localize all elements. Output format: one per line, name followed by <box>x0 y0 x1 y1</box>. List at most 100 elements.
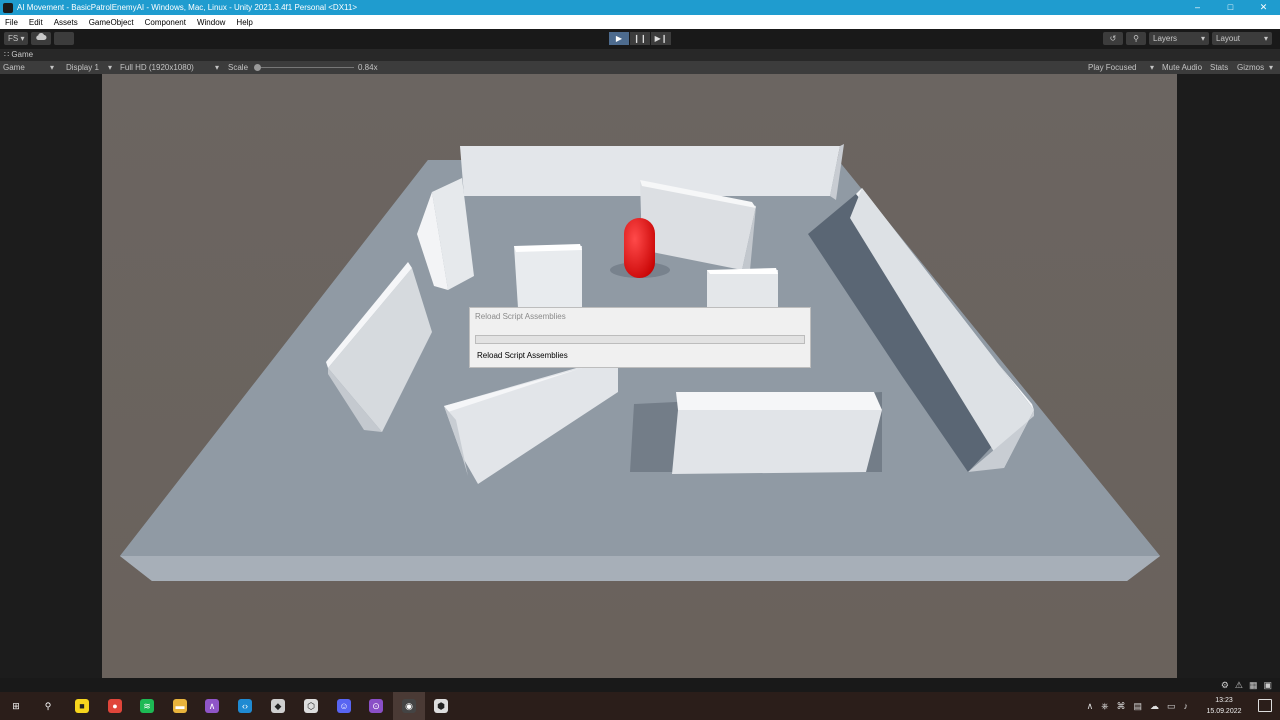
taskbar-app-file-explorer[interactable]: ▬ <box>164 692 196 720</box>
unity-hub-icon: ◆ <box>271 699 285 713</box>
maximize-button[interactable]: □ <box>1214 0 1247 15</box>
search-button[interactable]: ⚲ <box>1126 32 1146 45</box>
taskbar-search[interactable]: ⚲ <box>32 692 64 720</box>
taskbar-app-visual-studio[interactable]: ∧ <box>196 692 228 720</box>
grid-icon[interactable]: ▦ <box>1249 680 1258 691</box>
search-icon: ⚲ <box>44 700 52 711</box>
windows-logo-icon: ⊞ <box>12 700 20 711</box>
dialog-message: Reload Script Assemblies <box>477 351 568 360</box>
game-tab-icon: ∷ <box>4 50 10 59</box>
chevron-down-icon: ▾ <box>1200 34 1205 43</box>
window-title-bar: AI Movement - BasicPatrolEnemyAI - Windo… <box>0 0 1280 15</box>
tab-row: ∷ Game <box>0 49 1280 61</box>
scale-slider-track[interactable] <box>258 67 354 68</box>
account-button[interactable]: FS ▾ <box>4 32 29 45</box>
search-icon: ⚲ <box>1133 34 1139 43</box>
chevron-down-icon: ▾ <box>50 63 55 72</box>
status-bar: ⚙ ⚠ ▦ ▣ <box>0 678 1280 692</box>
discord-icon: ☺ <box>337 699 351 713</box>
chevron-down-icon: ▾ <box>1269 63 1274 72</box>
taskbar-app-github-desktop[interactable]: ⊙ <box>360 692 392 720</box>
warning-icon[interactable]: ⚠ <box>1235 680 1243 691</box>
clock-time: 13:23 <box>1215 697 1233 704</box>
window-controls: – □ ✕ <box>1181 0 1280 15</box>
volume-icon[interactable]: ♪ <box>1184 701 1189 711</box>
vs-code-icon: ‹› <box>238 699 252 713</box>
taskbar-clock[interactable]: 13:23 15.09.2022 <box>1204 695 1244 717</box>
view-mode-label: Game <box>3 63 25 72</box>
layers-label: Layers <box>1153 34 1178 43</box>
reload-script-assemblies-dialog: Reload Script Assemblies Reload Script A… <box>469 307 811 368</box>
clock-date: 15.09.2022 <box>1206 708 1242 715</box>
history-button[interactable]: ↺ <box>1103 32 1123 45</box>
dialog-title: Reload Script Assemblies <box>475 312 566 321</box>
chevron-down-icon: ▾ <box>1263 34 1268 43</box>
folder-icon: ▬ <box>173 699 187 713</box>
taskbar-app-chrome[interactable]: ● <box>99 692 131 720</box>
menu-component[interactable]: Component <box>140 18 192 27</box>
menu-assets[interactable]: Assets <box>49 18 84 27</box>
history-icon: ↺ <box>1109 34 1117 43</box>
menu-help[interactable]: Help <box>231 18 258 27</box>
scale-label: Scale <box>228 63 249 72</box>
menu-gameobject[interactable]: GameObject <box>84 18 140 27</box>
taskbar-app-unity-hub[interactable]: ◆ <box>262 692 294 720</box>
game-view-toolbar: Game ▾ Display 1 ▾ Full HD (1920x1080) ▾… <box>0 61 1280 74</box>
tab-game-label: Game <box>11 50 34 59</box>
menu-bar: File Edit Assets GameObject Component Wi… <box>0 15 1280 29</box>
collab-button[interactable] <box>54 32 75 45</box>
window-title: AI Movement - BasicPatrolEnemyAI - Windo… <box>17 3 357 12</box>
menu-window[interactable]: Window <box>192 18 231 27</box>
onedrive-icon[interactable]: ☁ <box>1150 701 1159 712</box>
panel-icon[interactable]: ▣ <box>1263 680 1272 691</box>
scale-slider-handle[interactable] <box>254 64 261 71</box>
cloud-button[interactable] <box>31 32 52 45</box>
play-focused-label: Play Focused <box>1088 63 1137 72</box>
play-controls: ▶ ❙❙ ▶❙ <box>609 32 671 45</box>
chevron-down-icon: ▾ <box>1150 63 1155 72</box>
minimize-button[interactable]: – <box>1181 0 1214 15</box>
notification-icon[interactable] <box>1258 699 1272 712</box>
scene-illustration <box>102 74 1177 678</box>
settings-icon[interactable]: ⚙ <box>1221 680 1229 691</box>
main-toolbar: FS ▾ ▶ ❙❙ ▶❙ ↺ ⚲ Layers ▾ Layout ▾ <box>0 29 1280 49</box>
stats-toggle[interactable]: Stats <box>1210 61 1228 74</box>
battery-icon[interactable]: ▭ <box>1167 701 1176 712</box>
chevron-down-icon: ▾ <box>108 63 113 72</box>
menu-file[interactable]: File <box>0 18 24 27</box>
game-scene-render[interactable] <box>102 74 1177 678</box>
menu-edit[interactable]: Edit <box>24 18 49 27</box>
taskbar-app-unity[interactable]: ⬡ <box>295 692 327 720</box>
mute-audio-toggle[interactable]: Mute Audio <box>1162 61 1202 74</box>
windows-taskbar: ⊞ ⚲ ■ ● ≋ ▬ ∧ ‹› ◆ ⬡ ☺ ⊙ ◉ ⬢ ∧ ⎈ ⌘ ▤ ☁ ▭… <box>0 692 1280 720</box>
obs-icon: ◉ <box>402 699 416 713</box>
game-viewport[interactable] <box>0 74 1280 678</box>
unity-editor-icon: ⬢ <box>434 699 448 713</box>
scale-value: 0.84x <box>358 63 378 72</box>
show-hidden-icons-icon[interactable]: ∧ <box>1087 701 1094 712</box>
step-button[interactable]: ▶❙ <box>651 32 671 45</box>
pause-button[interactable]: ❙❙ <box>630 32 650 45</box>
sticky-notes-icon: ■ <box>75 699 89 713</box>
spotify-icon: ≋ <box>140 699 154 713</box>
unity-logo-icon <box>3 2 13 13</box>
play-button[interactable]: ▶ <box>609 32 629 45</box>
chevron-down-icon: ▾ <box>215 63 220 72</box>
taskbar-app-unity-editor[interactable]: ⬢ <box>425 692 457 720</box>
app-tray-icon[interactable]: ▤ <box>1133 701 1142 712</box>
chrome-icon: ● <box>108 699 122 713</box>
close-button[interactable]: ✕ <box>1247 0 1280 15</box>
taskbar-app-vs-code[interactable]: ‹› <box>229 692 261 720</box>
taskbar-app-obs[interactable]: ◉ <box>393 692 425 720</box>
tab-game[interactable]: ∷ Game <box>4 49 33 61</box>
security-icon[interactable]: ⌘ <box>1116 701 1125 712</box>
start-button[interactable]: ⊞ <box>0 692 32 720</box>
unity-icon: ⬡ <box>304 699 318 713</box>
gizmos-toggle[interactable]: Gizmos <box>1237 61 1264 74</box>
layers-dropdown[interactable]: Layers ▾ <box>1149 32 1209 45</box>
taskbar-app-discord[interactable]: ☺ <box>328 692 360 720</box>
layout-dropdown[interactable]: Layout ▾ <box>1212 32 1272 45</box>
taskbar-app-spotify[interactable]: ≋ <box>131 692 163 720</box>
taskbar-app-sticky-notes[interactable]: ■ <box>66 692 98 720</box>
usb-icon[interactable]: ⎈ <box>1101 701 1108 712</box>
